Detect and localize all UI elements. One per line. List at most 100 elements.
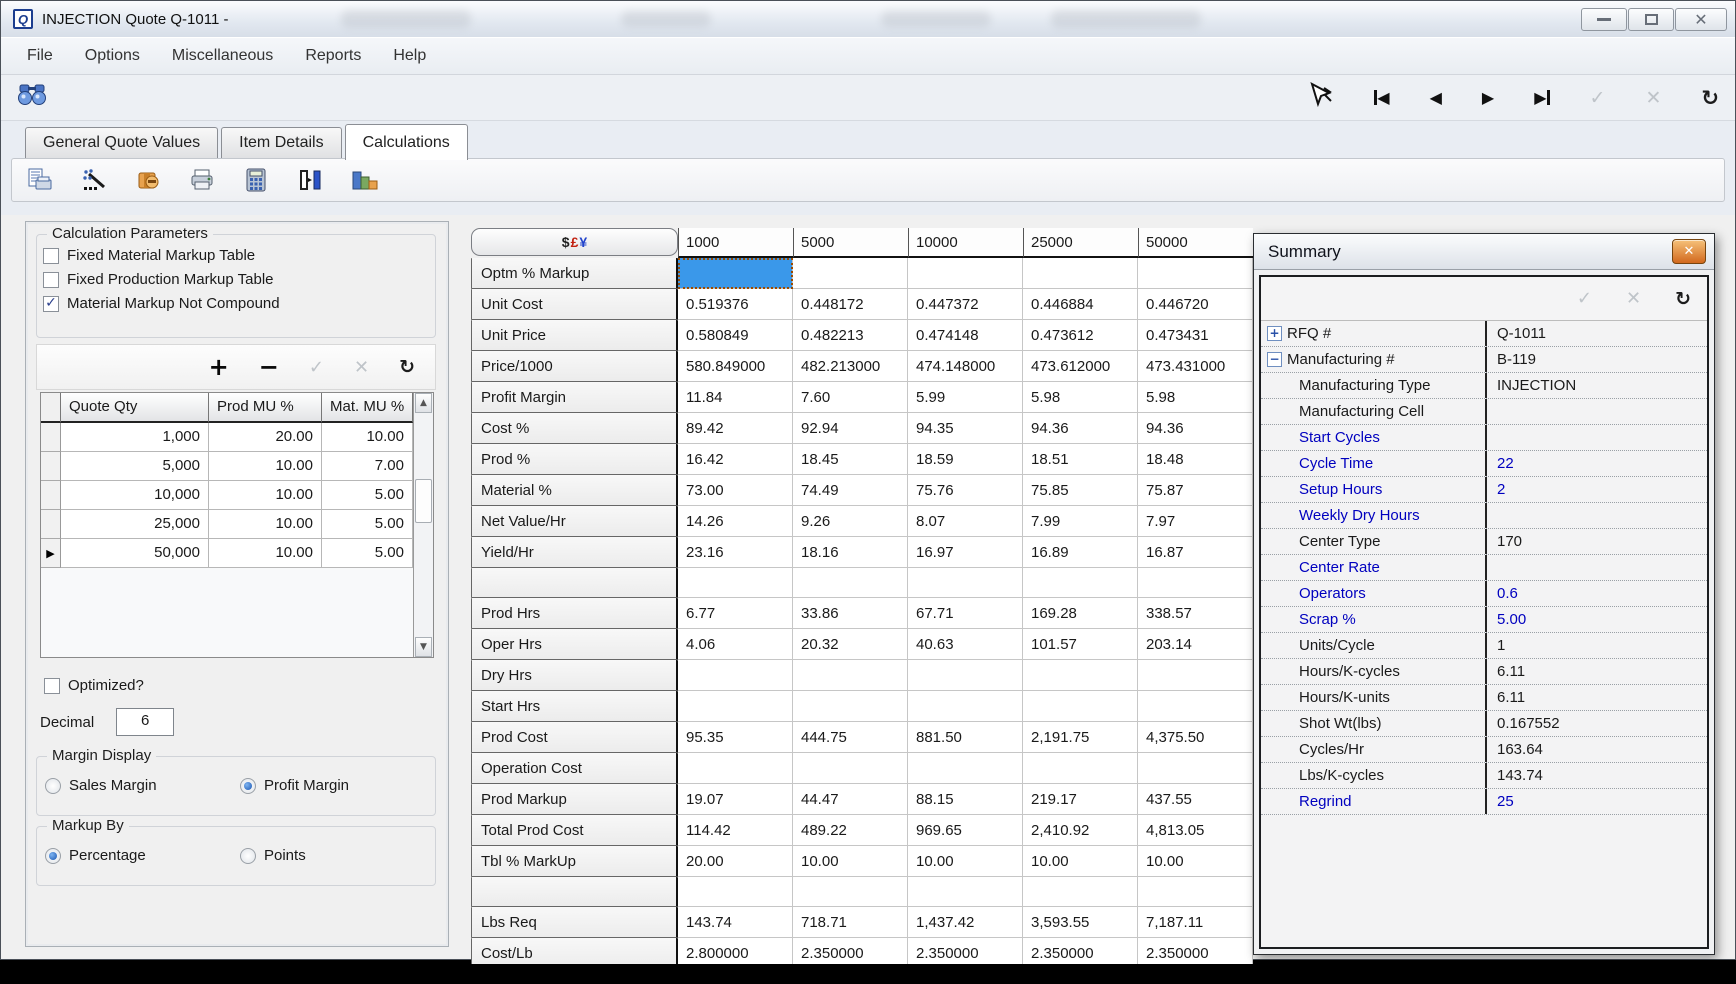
grid-cell[interactable]: 0.473612 bbox=[1023, 320, 1138, 351]
grid-cell[interactable]: 94.36 bbox=[1138, 413, 1253, 444]
grid-cell[interactable]: 18.16 bbox=[793, 537, 908, 568]
summary-row-value[interactable]: 6.11 bbox=[1487, 685, 1707, 710]
qty-table-cell[interactable]: 5.00 bbox=[322, 539, 413, 568]
grid-cell[interactable]: 14.26 bbox=[678, 506, 793, 537]
grid-cell[interactable]: 3,593.55 bbox=[1023, 907, 1138, 938]
grid-cell[interactable]: 10.00 bbox=[908, 846, 1023, 877]
grid-cell[interactable] bbox=[793, 568, 908, 598]
grid-cell[interactable]: 10.00 bbox=[793, 846, 908, 877]
decimal-input[interactable]: 6 bbox=[116, 708, 174, 736]
grid-row-label[interactable]: Dry Hrs bbox=[471, 660, 678, 691]
grid-cell[interactable]: 75.87 bbox=[1138, 475, 1253, 506]
grid-cell[interactable]: 5.99 bbox=[908, 382, 1023, 413]
find-icon[interactable] bbox=[17, 83, 47, 112]
grid-cell[interactable] bbox=[793, 753, 908, 784]
summary-row-value[interactable]: 143.74 bbox=[1487, 763, 1707, 788]
grid-cell[interactable]: 2.350000 bbox=[1138, 938, 1253, 964]
grid-row-label[interactable]: Tbl % MarkUp bbox=[471, 846, 678, 877]
package-icon[interactable] bbox=[134, 167, 162, 193]
summary-row-value[interactable]: INJECTION bbox=[1487, 373, 1707, 398]
grid-row-label[interactable]: Material % bbox=[471, 475, 678, 506]
summary-row-value[interactable]: 5.00 bbox=[1487, 607, 1707, 632]
grid-row-label[interactable]: Prod Cost bbox=[471, 722, 678, 753]
grid-cell[interactable]: 18.51 bbox=[1023, 444, 1138, 475]
cancel-icon[interactable]: ✕ bbox=[1626, 288, 1641, 309]
grid-cell[interactable] bbox=[1138, 660, 1253, 691]
summary-row-value[interactable]: 0.167552 bbox=[1487, 711, 1707, 736]
tab-item-details[interactable]: Item Details bbox=[221, 127, 341, 158]
summary-row-value[interactable]: 6.11 bbox=[1487, 659, 1707, 684]
summary-row-value[interactable]: B-119 bbox=[1487, 347, 1707, 372]
qty-table-cell[interactable]: 10.00 bbox=[209, 452, 322, 481]
grid-row-label[interactable]: Cost/Lb bbox=[471, 938, 678, 964]
summary-row-value[interactable]: Q-1011 bbox=[1487, 321, 1707, 346]
expand-icon[interactable]: + bbox=[1267, 326, 1282, 341]
grid-cell[interactable]: 89.42 bbox=[678, 413, 793, 444]
refresh-icon[interactable]: ↻ bbox=[1675, 288, 1691, 310]
grid-row-label[interactable]: Start Hrs bbox=[471, 691, 678, 722]
summary-row-value[interactable] bbox=[1487, 399, 1707, 424]
qty-table-cell[interactable]: 7.00 bbox=[322, 452, 413, 481]
grid-column-header[interactable]: 50000 bbox=[1138, 228, 1253, 258]
qty-table-cell[interactable]: 50,000 bbox=[61, 539, 209, 568]
menu-file[interactable]: File bbox=[27, 47, 53, 65]
radio-sales-margin[interactable]: Sales Margin bbox=[45, 777, 240, 794]
summary-row-value[interactable] bbox=[1487, 555, 1707, 580]
col-header-prod-mu[interactable]: Prod MU % bbox=[209, 393, 322, 423]
summary-row-value[interactable]: 25 bbox=[1487, 789, 1707, 814]
grid-row-label[interactable]: Cost % bbox=[471, 413, 678, 444]
refresh-icon[interactable]: ↻ bbox=[1701, 86, 1719, 110]
grid-row-label[interactable]: Yield/Hr bbox=[471, 537, 678, 568]
grid-column-header[interactable]: 1000 bbox=[678, 228, 793, 258]
qty-table-cell[interactable]: 10.00 bbox=[322, 423, 413, 452]
compare-columns-icon[interactable] bbox=[296, 167, 324, 193]
grid-cell[interactable]: 33.86 bbox=[793, 598, 908, 629]
grid-cell[interactable]: 16.89 bbox=[1023, 537, 1138, 568]
collapse-icon[interactable]: − bbox=[1267, 352, 1282, 367]
calculator-icon[interactable] bbox=[242, 167, 270, 193]
radio-percentage[interactable]: Percentage bbox=[45, 847, 240, 864]
grid-cell[interactable]: 88.15 bbox=[908, 784, 1023, 815]
grid-cell[interactable]: 580.849000 bbox=[678, 351, 793, 382]
last-record-button[interactable]: ▶ bbox=[1534, 88, 1549, 107]
summary-title-bar[interactable]: Summary ✕ bbox=[1254, 234, 1714, 270]
grid-cell[interactable]: 489.22 bbox=[793, 815, 908, 846]
checkbox[interactable]: ✓ bbox=[43, 296, 59, 312]
grid-cell[interactable]: 101.57 bbox=[1023, 629, 1138, 660]
grid-cell[interactable]: 44.47 bbox=[793, 784, 908, 815]
grid-cell[interactable]: 6.77 bbox=[678, 598, 793, 629]
grid-cell[interactable]: 74.49 bbox=[793, 475, 908, 506]
col-header-mat-mu[interactable]: Mat. MU % bbox=[322, 393, 413, 423]
grid-cell[interactable]: 18.45 bbox=[793, 444, 908, 475]
grid-cell[interactable]: 444.75 bbox=[793, 722, 908, 753]
summary-row-value[interactable]: 170 bbox=[1487, 529, 1707, 554]
grid-cell[interactable] bbox=[1023, 877, 1138, 907]
cancel-icon[interactable]: ✕ bbox=[354, 357, 369, 378]
grid-cell[interactable]: 10.00 bbox=[1138, 846, 1253, 877]
grid-cell[interactable] bbox=[1138, 691, 1253, 722]
grid-row-label[interactable]: Profit Margin bbox=[471, 382, 678, 413]
grid-cell[interactable]: 474.148000 bbox=[908, 351, 1023, 382]
grid-cell[interactable]: 0.473431 bbox=[1138, 320, 1253, 351]
menu-help[interactable]: Help bbox=[393, 47, 426, 65]
grid-row-label[interactable]: Prod % bbox=[471, 444, 678, 475]
post-icon[interactable]: ✓ bbox=[1577, 288, 1592, 309]
qty-table-cell[interactable]: 10.00 bbox=[209, 481, 322, 510]
summary-row-value[interactable]: 1 bbox=[1487, 633, 1707, 658]
grid-column-header[interactable]: 10000 bbox=[908, 228, 1023, 258]
fixed-production-markup-checkbox-row[interactable]: Fixed Production Markup Table bbox=[43, 271, 435, 288]
grid-cell[interactable] bbox=[908, 753, 1023, 784]
grid-cell[interactable]: 437.55 bbox=[1138, 784, 1253, 815]
grid-cell[interactable]: 20.32 bbox=[793, 629, 908, 660]
grid-cell[interactable] bbox=[678, 753, 793, 784]
grid-cell[interactable]: 16.87 bbox=[1138, 537, 1253, 568]
grid-cell[interactable]: 75.85 bbox=[1023, 475, 1138, 506]
grid-cell[interactable]: 1,437.42 bbox=[908, 907, 1023, 938]
grid-cell[interactable]: 11.84 bbox=[678, 382, 793, 413]
row-marker-cell[interactable] bbox=[41, 510, 61, 539]
grid-cell[interactable]: 482.213000 bbox=[793, 351, 908, 382]
grid-cell[interactable]: 16.97 bbox=[908, 537, 1023, 568]
currency-button[interactable]: $£¥ bbox=[471, 228, 678, 256]
qty-table-cell[interactable]: 1,000 bbox=[61, 423, 209, 452]
grid-cell[interactable]: 5.98 bbox=[1023, 382, 1138, 413]
